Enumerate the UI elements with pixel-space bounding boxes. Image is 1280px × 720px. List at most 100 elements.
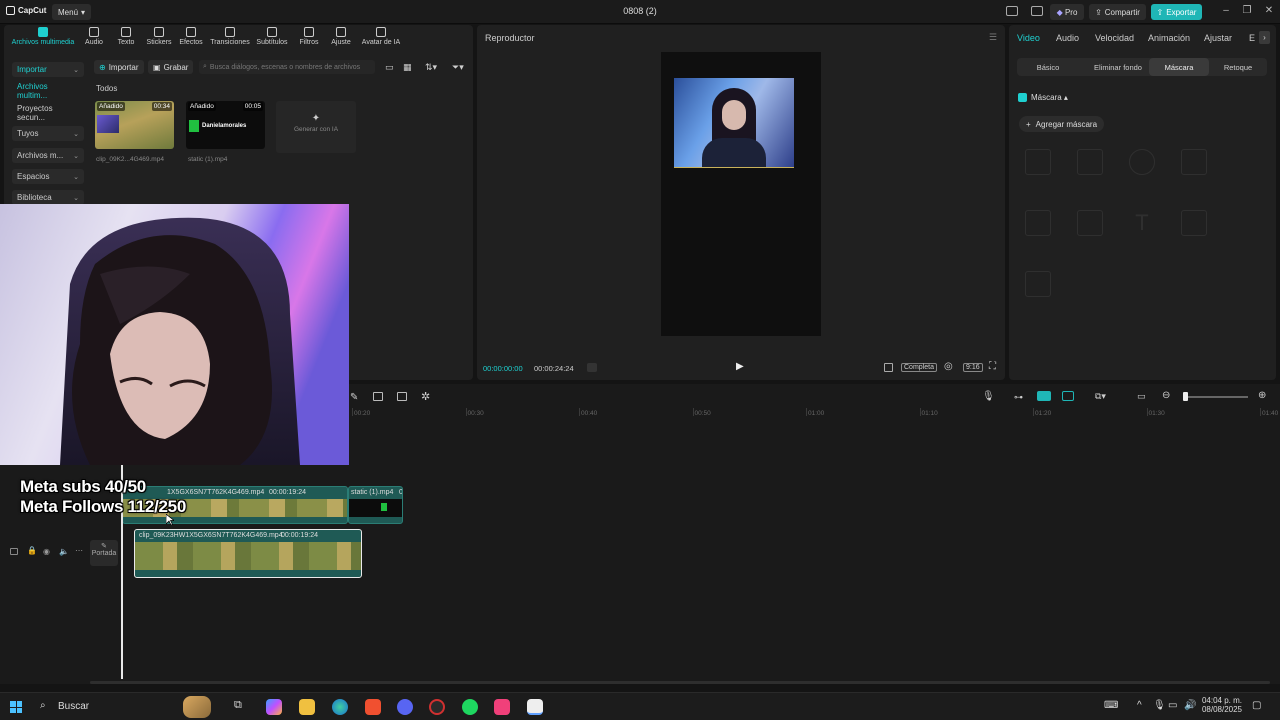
taskbar-search[interactable]: Buscar [58, 701, 89, 712]
minimize-icon[interactable]: – [1218, 5, 1234, 16]
clock[interactable]: 04:04 p. m. 08/08/2025 [1200, 696, 1242, 714]
zoom-in-icon[interactable]: ⊕ [1258, 390, 1266, 401]
play-button[interactable]: ▶ [736, 361, 744, 372]
layout-icon[interactable] [1006, 6, 1018, 16]
network-icon[interactable]: ▭ [1168, 700, 1177, 711]
record-button[interactable]: ▣ Grabar [148, 60, 194, 74]
export-button[interactable]: ⇧ Exportar [1151, 4, 1202, 20]
static-clip[interactable]: static (1).mp4 0 [348, 486, 403, 524]
preview-canvas[interactable] [661, 52, 821, 336]
mask-brush-icon[interactable] [1181, 210, 1207, 236]
volume-icon[interactable]: 🔊 [1184, 700, 1196, 711]
linkage-icon[interactable] [1062, 391, 1074, 401]
reverse-icon[interactable] [397, 392, 407, 401]
sidebar-item-media-files-2[interactable]: Archivos m... ⌄ [12, 148, 84, 163]
folder-icon[interactable]: ▭ [385, 62, 394, 73]
sidebar-item-secondary-projects[interactable]: Proyectos secun... [12, 104, 84, 122]
capcut-taskbar-icon[interactable] [527, 699, 543, 715]
tab-video[interactable]: Video [1017, 33, 1040, 43]
more-icon[interactable]: ⋯ [75, 546, 83, 555]
copilot-icon[interactable] [266, 699, 282, 715]
subtab-basic[interactable]: Básico [1017, 58, 1079, 76]
mask-horizontal-icon[interactable] [1025, 149, 1051, 175]
mask-circle-icon[interactable] [1129, 149, 1155, 175]
track-icon[interactable] [10, 548, 18, 555]
mask-star-icon[interactable] [1077, 210, 1103, 236]
magnet-icon[interactable] [1037, 391, 1051, 401]
sidebar-item-media-files[interactable]: Archivos multim... [12, 82, 84, 100]
notifications-icon[interactable]: ▢ [1252, 700, 1261, 711]
freeze-icon[interactable] [373, 392, 383, 401]
close-icon[interactable]: ✕ [1261, 5, 1277, 16]
chevron-up-icon[interactable]: ^ [1137, 700, 1142, 711]
add-mask-button[interactable]: + Agregar máscara [1019, 116, 1105, 132]
search-icon[interactable]: ⌕ [40, 700, 46, 711]
media-item-static[interactable]: Danielamorales Añadido 00:05 [186, 101, 265, 149]
grid-view-icon[interactable]: ▦ [403, 62, 412, 73]
microphone-icon[interactable]: 🎙 [1153, 700, 1166, 711]
search-input[interactable]: ⌕ Busca diálogos, escenas o nombres de ar… [199, 60, 375, 74]
sidebar-item-library[interactable]: Biblioteca ⌄ [12, 190, 84, 205]
maximize-icon[interactable]: ❐ [1239, 5, 1255, 16]
ratio-button[interactable]: 9:16 [963, 363, 983, 372]
brave-icon[interactable] [365, 699, 381, 715]
windows-start-icon[interactable] [10, 701, 22, 713]
timeline-scrollbar[interactable] [90, 681, 1270, 684]
tab-more[interactable]: E [1249, 33, 1255, 43]
tab-transition[interactable]: Transiciones [205, 27, 255, 46]
keyboard-icon[interactable]: ⌨ [1104, 700, 1118, 711]
tab-avatar[interactable]: Avatar de IA [356, 27, 406, 46]
discord-icon[interactable] [397, 699, 413, 715]
lock-icon[interactable]: 🔒 [27, 546, 37, 555]
screenshot-icon[interactable]: ◎ [944, 361, 953, 372]
magic-icon[interactable]: ✲ [421, 390, 430, 403]
chevron-right-icon[interactable]: › [1259, 31, 1270, 44]
mask-heart-icon[interactable] [1025, 210, 1051, 236]
microphone-icon[interactable]: 🎙 [982, 391, 995, 402]
mask-checkbox[interactable] [1018, 93, 1027, 102]
task-view-icon[interactable]: ⧉ [234, 699, 242, 712]
import-button[interactable]: ⊕ Importar [94, 60, 144, 74]
split-icon[interactable]: ✎ [350, 392, 358, 403]
caption-icon[interactable]: ▭ [1137, 391, 1146, 402]
filter-icon[interactable]: ⏷▾ [452, 62, 464, 73]
cat-widget-icon[interactable] [183, 696, 211, 718]
tab-subtitles[interactable]: Subtítulos [252, 27, 292, 46]
menu-lines-icon[interactable]: ☰ [989, 32, 997, 43]
sort-icon[interactable]: ⇅▾ [425, 62, 437, 73]
eye-icon[interactable]: ◉ [43, 547, 50, 556]
file-explorer-icon[interactable] [299, 699, 315, 715]
tab-adjust[interactable]: Ajustar [1204, 33, 1232, 43]
fullscreen-icon[interactable]: ⛶ [989, 361, 996, 372]
mask-mirror-icon[interactable] [1077, 149, 1103, 175]
cover-button[interactable]: ✎ Portada [90, 540, 118, 566]
shortcut-icon[interactable] [1031, 6, 1043, 16]
tab-animation[interactable]: Animación [1148, 33, 1190, 43]
subtab-mask[interactable]: Máscara [1149, 58, 1209, 76]
share-button[interactable]: ⇪ Compartir [1089, 4, 1146, 20]
obs-icon[interactable] [429, 699, 445, 715]
subtab-remove-bg[interactable]: Eliminar fondo [1079, 58, 1157, 76]
tab-speed[interactable]: Velocidad [1095, 33, 1134, 43]
tab-adjust[interactable]: Ajuste [322, 27, 360, 46]
zoom-slider[interactable] [1186, 396, 1248, 398]
main-clip[interactable]: clip_09K23HW1X5GX6SN7T762K4G469.mp4 00:0… [134, 529, 362, 578]
menu-button[interactable]: Menú ▾ [52, 4, 92, 20]
complete-button[interactable]: Completa [901, 363, 937, 372]
sidebar-item-spaces[interactable]: Espacios ⌄ [12, 169, 84, 184]
subtab-retouch[interactable]: Retoque [1209, 58, 1267, 76]
media-item-clip[interactable]: Añadido 00:34 [95, 101, 174, 149]
zoom-out-icon[interactable]: ⊖ [1162, 390, 1170, 401]
timeline-toggle-icon[interactable] [587, 363, 597, 372]
mask-text-icon[interactable]: T [1129, 210, 1155, 236]
mask-pen-icon[interactable] [1025, 271, 1051, 297]
tab-media[interactable]: Archivos multimedia [8, 27, 78, 46]
sidebar-item-yours[interactable]: Tuyos ⌄ [12, 126, 84, 141]
preview-axis-icon[interactable]: ⧉▾ [1095, 391, 1106, 402]
tab-audio[interactable]: Audio [1056, 33, 1079, 43]
edge-icon[interactable] [332, 699, 348, 715]
sidebar-item-import[interactable]: Importar ⌄ [12, 62, 84, 77]
mask-rectangle-icon[interactable] [1181, 149, 1207, 175]
generate-ai-button[interactable]: ✦ Generar con IA [276, 101, 356, 153]
spotify-icon[interactable] [462, 699, 478, 715]
